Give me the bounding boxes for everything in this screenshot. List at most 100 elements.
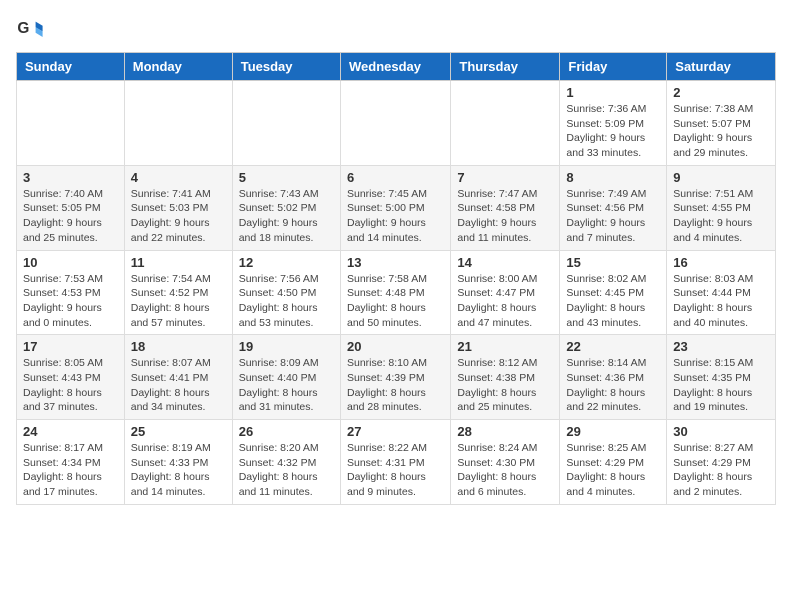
svg-text:G: G [17, 20, 29, 37]
day-info: Sunrise: 8:27 AM Sunset: 4:29 PM Dayligh… [673, 441, 769, 500]
day-info: Sunrise: 8:24 AM Sunset: 4:30 PM Dayligh… [457, 441, 553, 500]
day-info: Sunrise: 7:51 AM Sunset: 4:55 PM Dayligh… [673, 187, 769, 246]
day-number: 11 [131, 255, 226, 270]
day-number: 4 [131, 170, 226, 185]
calendar-cell: 23Sunrise: 8:15 AM Sunset: 4:35 PM Dayli… [667, 335, 776, 420]
calendar-cell: 6 Sunrise: 7:45 AM Sunset: 5:00 PM Daylig… [340, 165, 450, 250]
day-info: Sunrise: 8:02 AM Sunset: 4:45 PM Dayligh… [566, 272, 660, 331]
day-info: Sunrise: 7:47 AM Sunset: 4:58 PM Dayligh… [457, 187, 553, 246]
day-info: Sunrise: 7:53 AM Sunset: 4:53 PM Dayligh… [23, 272, 118, 331]
day-info: Sunrise: 8:05 AM Sunset: 4:43 PM Dayligh… [23, 356, 118, 415]
day-number: 13 [347, 255, 444, 270]
weekday-header-sunday: Sunday [17, 53, 125, 81]
calendar-header-row: SundayMondayTuesdayWednesdayThursdayFrid… [17, 53, 776, 81]
day-info: Sunrise: 8:09 AM Sunset: 4:40 PM Dayligh… [239, 356, 334, 415]
calendar-cell: 4 Sunrise: 7:41 AM Sunset: 5:03 PM Daylig… [124, 165, 232, 250]
calendar-cell: 7 Sunrise: 7:47 AM Sunset: 4:58 PM Daylig… [451, 165, 560, 250]
day-number: 14 [457, 255, 553, 270]
day-info: Sunrise: 7:45 AM Sunset: 5:00 PM Dayligh… [347, 187, 444, 246]
calendar-cell: 25 Sunrise: 8:19 AM Sunset: 4:33 PM Dayli… [124, 420, 232, 505]
day-info: Sunrise: 7:41 AM Sunset: 5:03 PM Dayligh… [131, 187, 226, 246]
day-info: Sunrise: 8:14 AM Sunset: 4:36 PM Dayligh… [566, 356, 660, 415]
day-number: 21 [457, 339, 553, 354]
day-info: Sunrise: 7:49 AM Sunset: 4:56 PM Dayligh… [566, 187, 660, 246]
calendar-cell: 21 Sunrise: 8:12 AM Sunset: 4:38 PM Dayli… [451, 335, 560, 420]
day-number: 3 [23, 170, 118, 185]
day-info: Sunrise: 8:10 AM Sunset: 4:39 PM Dayligh… [347, 356, 444, 415]
calendar-cell: 8 Sunrise: 7:49 AM Sunset: 4:56 PM Daylig… [560, 165, 667, 250]
calendar-cell: 14 Sunrise: 8:00 AM Sunset: 4:47 PM Dayli… [451, 250, 560, 335]
calendar-cell: 15Sunrise: 8:02 AM Sunset: 4:45 PM Dayli… [560, 250, 667, 335]
day-number: 16 [673, 255, 769, 270]
day-number: 30 [673, 424, 769, 439]
day-info: Sunrise: 8:20 AM Sunset: 4:32 PM Dayligh… [239, 441, 334, 500]
weekday-header-wednesday: Wednesday [340, 53, 450, 81]
logo-icon: G [16, 16, 44, 44]
day-number: 26 [239, 424, 334, 439]
logo: G [16, 16, 46, 44]
page-header: G [16, 16, 776, 44]
day-number: 7 [457, 170, 553, 185]
day-info: Sunrise: 8:17 AM Sunset: 4:34 PM Dayligh… [23, 441, 118, 500]
day-info: Sunrise: 7:58 AM Sunset: 4:48 PM Dayligh… [347, 272, 444, 331]
day-number: 12 [239, 255, 334, 270]
day-number: 27 [347, 424, 444, 439]
calendar-cell: 16 Sunrise: 8:03 AM Sunset: 4:44 PM Dayli… [667, 250, 776, 335]
day-info: Sunrise: 8:25 AM Sunset: 4:29 PM Dayligh… [566, 441, 660, 500]
calendar-cell: 2 Sunrise: 7:38 AM Sunset: 5:07 PM Daylig… [667, 81, 776, 166]
day-number: 19 [239, 339, 334, 354]
calendar-week-row: 3 Sunrise: 7:40 AM Sunset: 5:05 PM Daylig… [17, 165, 776, 250]
day-number: 29 [566, 424, 660, 439]
calendar-cell: 1 Sunrise: 7:36 AM Sunset: 5:09 PM Daylig… [560, 81, 667, 166]
day-info: Sunrise: 7:40 AM Sunset: 5:05 PM Dayligh… [23, 187, 118, 246]
calendar-cell: 9Sunrise: 7:51 AM Sunset: 4:55 PM Daylig… [667, 165, 776, 250]
day-info: Sunrise: 8:00 AM Sunset: 4:47 PM Dayligh… [457, 272, 553, 331]
calendar-cell: 12Sunrise: 7:56 AM Sunset: 4:50 PM Dayli… [232, 250, 340, 335]
calendar-cell [17, 81, 125, 166]
day-number: 18 [131, 339, 226, 354]
day-number: 22 [566, 339, 660, 354]
weekday-header-tuesday: Tuesday [232, 53, 340, 81]
day-info: Sunrise: 8:12 AM Sunset: 4:38 PM Dayligh… [457, 356, 553, 415]
calendar-cell: 3 Sunrise: 7:40 AM Sunset: 5:05 PM Daylig… [17, 165, 125, 250]
calendar-week-row: 10 Sunrise: 7:53 AM Sunset: 4:53 PM Dayli… [17, 250, 776, 335]
day-info: Sunrise: 8:19 AM Sunset: 4:33 PM Dayligh… [131, 441, 226, 500]
calendar-week-row: 24 Sunrise: 8:17 AM Sunset: 4:34 PM Dayli… [17, 420, 776, 505]
day-number: 2 [673, 85, 769, 100]
day-number: 25 [131, 424, 226, 439]
calendar-cell: 11 Sunrise: 7:54 AM Sunset: 4:52 PM Dayli… [124, 250, 232, 335]
day-number: 6 [347, 170, 444, 185]
weekday-header-saturday: Saturday [667, 53, 776, 81]
calendar-cell: 28Sunrise: 8:24 AM Sunset: 4:30 PM Dayli… [451, 420, 560, 505]
calendar-cell: 18 Sunrise: 8:07 AM Sunset: 4:41 PM Dayli… [124, 335, 232, 420]
calendar-week-row: 1 Sunrise: 7:36 AM Sunset: 5:09 PM Daylig… [17, 81, 776, 166]
day-info: Sunrise: 8:15 AM Sunset: 4:35 PM Dayligh… [673, 356, 769, 415]
day-number: 24 [23, 424, 118, 439]
calendar-cell: 29 Sunrise: 8:25 AM Sunset: 4:29 PM Dayli… [560, 420, 667, 505]
calendar-week-row: 17 Sunrise: 8:05 AM Sunset: 4:43 PM Dayli… [17, 335, 776, 420]
day-number: 8 [566, 170, 660, 185]
day-info: Sunrise: 7:43 AM Sunset: 5:02 PM Dayligh… [239, 187, 334, 246]
calendar-cell: 24 Sunrise: 8:17 AM Sunset: 4:34 PM Dayli… [17, 420, 125, 505]
day-number: 20 [347, 339, 444, 354]
calendar-cell: 30 Sunrise: 8:27 AM Sunset: 4:29 PM Dayli… [667, 420, 776, 505]
day-info: Sunrise: 8:22 AM Sunset: 4:31 PM Dayligh… [347, 441, 444, 500]
day-number: 10 [23, 255, 118, 270]
calendar-cell: 27 Sunrise: 8:22 AM Sunset: 4:31 PM Dayli… [340, 420, 450, 505]
calendar-table: SundayMondayTuesdayWednesdayThursdayFrid… [16, 52, 776, 505]
calendar-cell: 5 Sunrise: 7:43 AM Sunset: 5:02 PM Daylig… [232, 165, 340, 250]
day-info: Sunrise: 8:03 AM Sunset: 4:44 PM Dayligh… [673, 272, 769, 331]
day-number: 5 [239, 170, 334, 185]
calendar-cell [451, 81, 560, 166]
day-number: 17 [23, 339, 118, 354]
calendar-cell [340, 81, 450, 166]
calendar-cell [124, 81, 232, 166]
day-info: Sunrise: 7:36 AM Sunset: 5:09 PM Dayligh… [566, 102, 660, 161]
day-info: Sunrise: 7:54 AM Sunset: 4:52 PM Dayligh… [131, 272, 226, 331]
weekday-header-thursday: Thursday [451, 53, 560, 81]
day-info: Sunrise: 7:38 AM Sunset: 5:07 PM Dayligh… [673, 102, 769, 161]
calendar-cell: 10 Sunrise: 7:53 AM Sunset: 4:53 PM Dayli… [17, 250, 125, 335]
day-number: 1 [566, 85, 660, 100]
day-info: Sunrise: 8:07 AM Sunset: 4:41 PM Dayligh… [131, 356, 226, 415]
calendar-cell: 26 Sunrise: 8:20 AM Sunset: 4:32 PM Dayli… [232, 420, 340, 505]
